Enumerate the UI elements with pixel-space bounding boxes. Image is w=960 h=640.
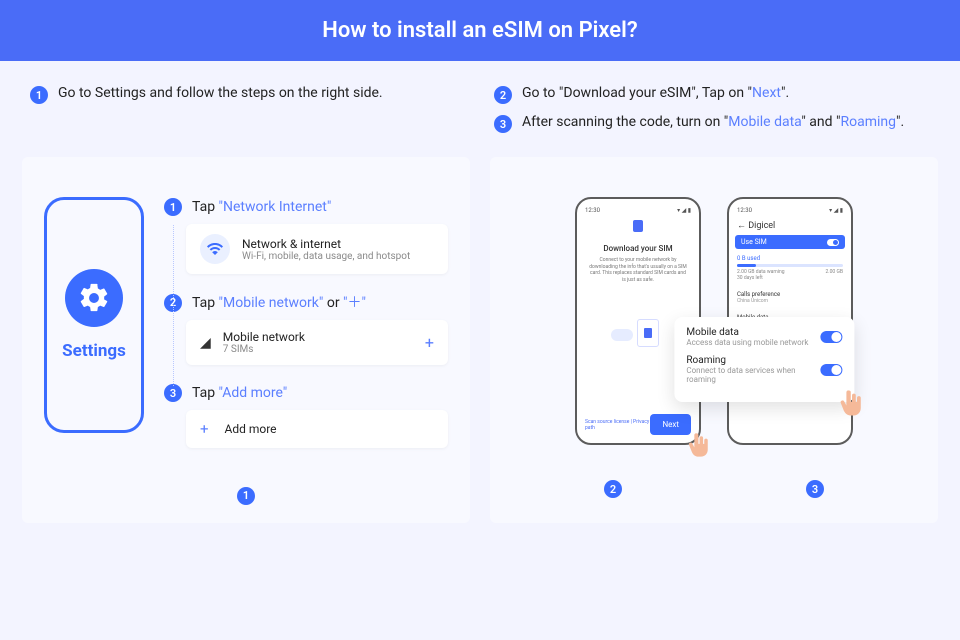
privacy-links[interactable]: Scan source license | Privacy path	[585, 419, 650, 431]
popout-mobile-data[interactable]: Mobile data Access data using mobile net…	[686, 327, 842, 347]
instruction-block: 1 Go to Settings and follow the steps on…	[0, 61, 960, 157]
settings-label: Settings	[62, 341, 126, 361]
sim-art-icon	[611, 319, 665, 355]
calls-preference[interactable]: Calls preferenceChina Unicom	[737, 291, 843, 304]
hand-pointer-icon	[685, 431, 713, 459]
card-add-more[interactable]: + Add more	[186, 410, 448, 448]
panel-badge-1: 1	[237, 487, 255, 505]
panel-badge-2: 2	[604, 480, 622, 498]
card-add-title: Add more	[225, 422, 277, 436]
page-title: How to install an eSIM on Pixel?	[0, 0, 960, 61]
download-sim-desc: Connect to your mobile network by downlo…	[585, 257, 691, 283]
card-mobile-sub: 7 SIMs	[223, 344, 305, 355]
card-mobile-title: Mobile network	[223, 330, 305, 344]
wifi-icon	[200, 234, 230, 264]
substep-badge-1: 1	[164, 198, 182, 216]
instruction-2-text: Go to "Download your eSIM", Tap on "Next…	[522, 85, 789, 101]
plus-icon[interactable]: +	[425, 333, 434, 352]
card-mobile-network[interactable]: ◢ Mobile network 7 SIMs +	[186, 320, 448, 365]
step-badge-2: 2	[494, 86, 512, 104]
hand-pointer-icon	[836, 388, 866, 418]
step-badge-1: 1	[30, 86, 48, 104]
toggle-icon	[827, 239, 839, 246]
download-sim-title: Download your SIM	[585, 244, 691, 253]
popout-roaming[interactable]: Roaming Connect to data services when ro…	[686, 355, 842, 384]
settings-phone-icon: Settings	[44, 197, 144, 433]
panel-right: 12:30▾ ◢ ▮ Download your SIM Connect to …	[490, 157, 938, 523]
card-network-sub: Wi-Fi, mobile, data usage, and hotspot	[242, 251, 410, 262]
gear-icon	[65, 269, 123, 327]
use-sim-toggle[interactable]: Use SIM	[735, 235, 845, 249]
instruction-2: 2 Go to "Download your eSIM", Tap on "Ne…	[494, 85, 930, 104]
substep-1: 1 Tap "Network Internet"	[164, 197, 448, 216]
instruction-3-text: After scanning the code, turn on "Mobile…	[522, 114, 904, 130]
toggle-popout: Mobile data Access data using mobile net…	[674, 317, 854, 402]
card-network-title: Network & internet	[242, 237, 410, 251]
shield-icon	[633, 220, 643, 232]
step-badge-3: 3	[494, 115, 512, 133]
substep-2: 2 Tap "Mobile network" or "＋"	[164, 292, 448, 312]
plus-icon: +	[200, 420, 209, 438]
sim-icon: ◢	[200, 335, 211, 351]
back-carrier[interactable]: ← Digicel	[737, 220, 843, 231]
toggle-icon[interactable]	[820, 331, 842, 343]
toggle-icon[interactable]	[820, 364, 842, 376]
card-network-internet[interactable]: Network & internet Wi-Fi, mobile, data u…	[186, 224, 448, 274]
panel-left: Settings 1 Tap "Network Internet" Networ…	[22, 157, 470, 523]
substep-badge-3: 3	[164, 384, 182, 402]
instruction-1: 1 Go to Settings and follow the steps on…	[30, 85, 466, 104]
substep-3: 3 Tap "Add more"	[164, 383, 448, 402]
instruction-3: 3 After scanning the code, turn on "Mobi…	[494, 114, 930, 133]
instruction-1-text: Go to Settings and follow the steps on t…	[58, 85, 383, 101]
panel-badge-3: 3	[806, 480, 824, 498]
